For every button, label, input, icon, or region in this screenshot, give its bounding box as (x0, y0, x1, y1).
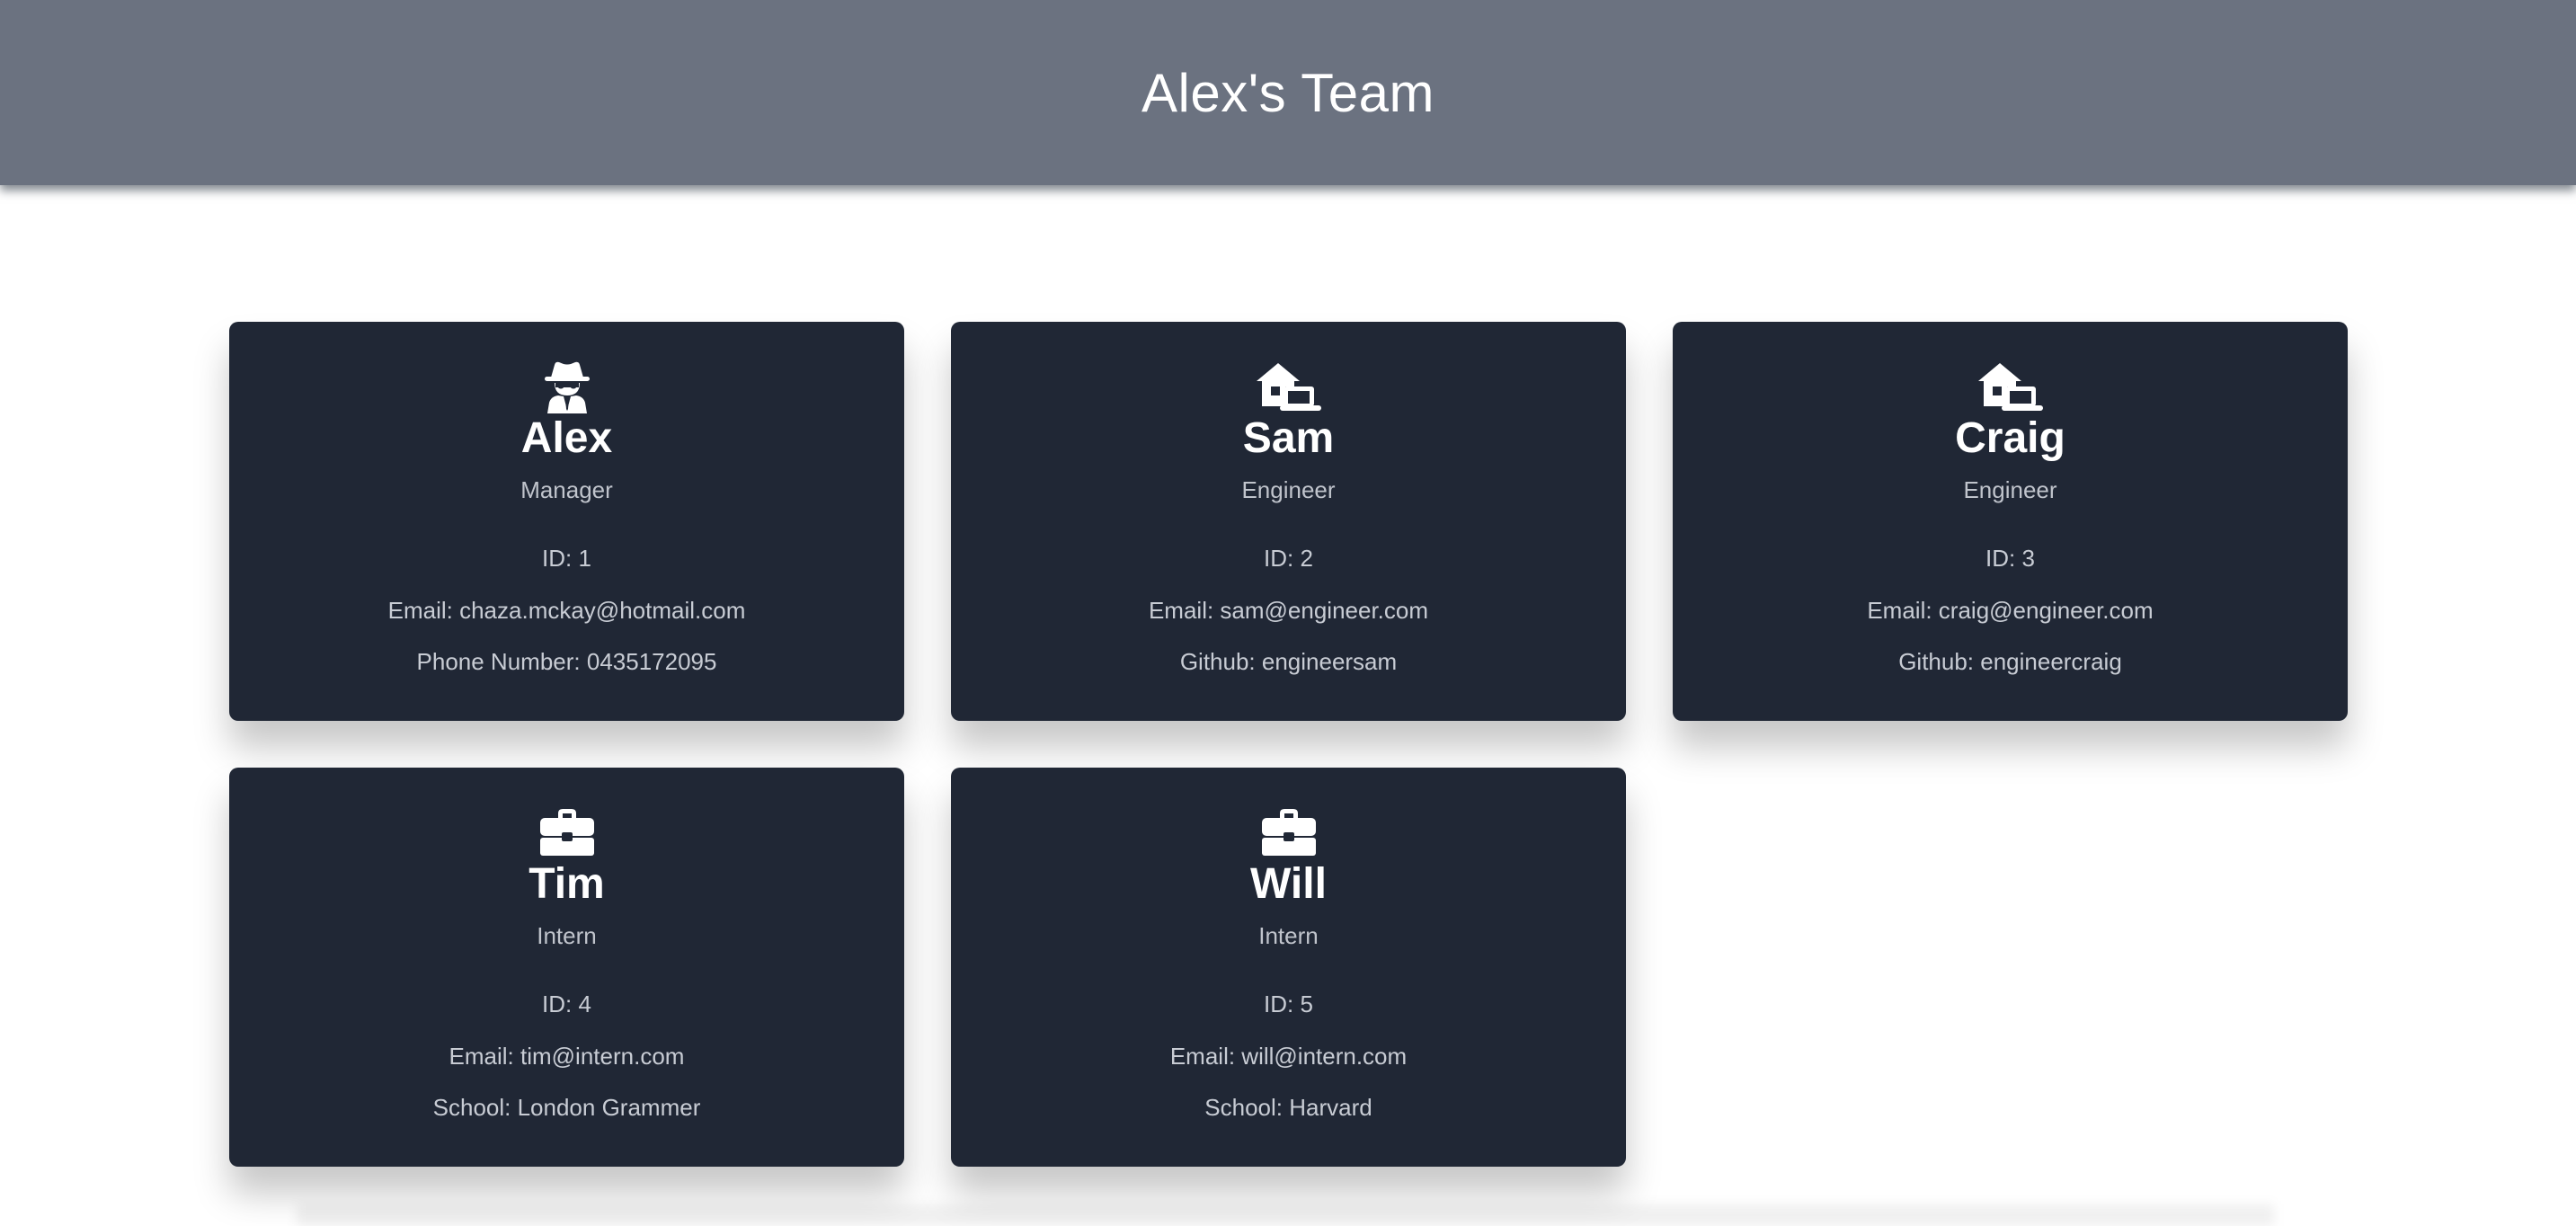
member-card: Craig Engineer ID: 3 Email: craig@engine… (1673, 322, 2348, 721)
briefcase-icon (951, 805, 1626, 859)
spy-icon (229, 360, 904, 413)
member-role: Engineer (1963, 476, 2057, 503)
member-name: Tim (529, 860, 605, 908)
member-school: School: London Grammer (432, 1094, 701, 1121)
member-role: Manager (520, 476, 613, 503)
page-header: Alex's Team (0, 0, 2576, 185)
member-card: Will Intern ID: 5 Email: will@intern.com… (951, 768, 1626, 1167)
member-email: Email: chaza.mckay@hotmail.com (387, 597, 746, 624)
member-name: Craig (1955, 414, 2065, 462)
member-school: School: Harvard (1204, 1094, 1372, 1121)
member-email: Email: will@intern.com (1169, 1043, 1408, 1070)
member-name: Sam (1242, 414, 1335, 462)
team-grid: Alex Manager ID: 1 Email: chaza.mckay@ho… (229, 322, 2348, 1167)
member-id: ID: 5 (1264, 991, 1313, 1017)
member-email: Email: craig@engineer.com (1867, 597, 2154, 624)
house-laptop-icon (951, 360, 1626, 413)
member-id: ID: 2 (1264, 545, 1313, 572)
member-name: Alex (520, 414, 613, 462)
member-phone: Phone Number: 0435172095 (416, 648, 717, 675)
member-card: Alex Manager ID: 1 Email: chaza.mckay@ho… (229, 322, 904, 721)
briefcase-icon (229, 805, 904, 859)
house-laptop-icon (1673, 360, 2348, 413)
member-github: Github: engineercraig (1898, 648, 2122, 675)
member-role: Intern (537, 922, 597, 949)
member-id: ID: 3 (1985, 545, 2035, 572)
page-title: Alex's Team (1141, 62, 1435, 123)
member-github: Github: engineersam (1179, 648, 1398, 675)
member-card: Tim Intern ID: 4 Email: tim@intern.com S… (229, 768, 904, 1167)
member-id: ID: 4 (542, 991, 591, 1017)
member-email: Email: sam@engineer.com (1148, 597, 1429, 624)
footer-shadow (297, 1204, 2274, 1226)
member-card: Sam Engineer ID: 2 Email: sam@engineer.c… (951, 322, 1626, 721)
member-role: Intern (1258, 922, 1319, 949)
member-id: ID: 1 (542, 545, 591, 572)
member-role: Engineer (1241, 476, 1336, 503)
member-name: Will (1250, 860, 1327, 908)
member-email: Email: tim@intern.com (449, 1043, 685, 1070)
